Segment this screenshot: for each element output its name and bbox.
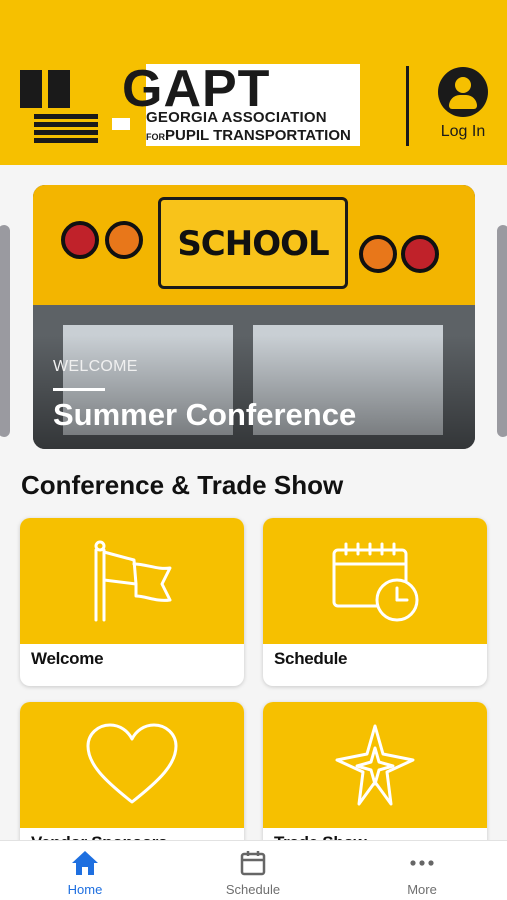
bottom-tab-bar: Home Schedule More (0, 840, 507, 900)
user-avatar-icon (438, 67, 488, 117)
tile-schedule-label: Schedule (274, 649, 348, 668)
tile-welcome-label: Welcome (31, 649, 104, 668)
slide-underline (53, 388, 105, 391)
calendar-clock-icon (332, 542, 419, 622)
tab-home[interactable]: Home (25, 849, 145, 897)
section-title: Conference & Trade Show (21, 470, 344, 500)
carousel-slide[interactable]: SCHOOL BUS WELCOME Summer Conference (33, 185, 475, 449)
logo-subtitle-line1: GEORGIA ASSOCIATION (146, 109, 327, 126)
login-label: Log In (440, 123, 486, 140)
tab-schedule[interactable]: Schedule (193, 849, 313, 897)
login-button[interactable]: Log In (436, 67, 490, 141)
star-burst-icon (335, 724, 415, 806)
more-icon (362, 849, 482, 877)
slide-kicker: WELCOME (53, 358, 138, 375)
home-icon (25, 849, 145, 877)
tile-welcome[interactable]: Welcome (20, 518, 244, 686)
app-header: GAPT GEORGIA ASSOCIATION FORPUPIL TRANSP… (0, 0, 507, 165)
logo-subtitle-line2: FORPUPIL TRANSPORTATION (146, 127, 351, 144)
tab-more[interactable]: More (362, 849, 482, 897)
slide-title: Summer Conference (53, 397, 357, 432)
tile-schedule[interactable]: Schedule (263, 518, 487, 686)
heart-icon (86, 723, 178, 804)
hero-carousel[interactable]: SCHOOL BUS WELCOME Summer Conference (0, 185, 507, 450)
calendar-icon (193, 849, 313, 877)
carousel-next-card[interactable] (497, 225, 507, 437)
logo-wordmark: GAPT (122, 64, 271, 118)
flag-icon (94, 540, 172, 622)
gapt-logo[interactable]: GAPT GEORGIA ASSOCIATION FORPUPIL TRANSP… (20, 64, 360, 146)
header-divider (406, 66, 409, 146)
bus-sign: SCHOOL BUS (158, 197, 348, 352)
carousel-prev-card[interactable] (0, 225, 10, 437)
